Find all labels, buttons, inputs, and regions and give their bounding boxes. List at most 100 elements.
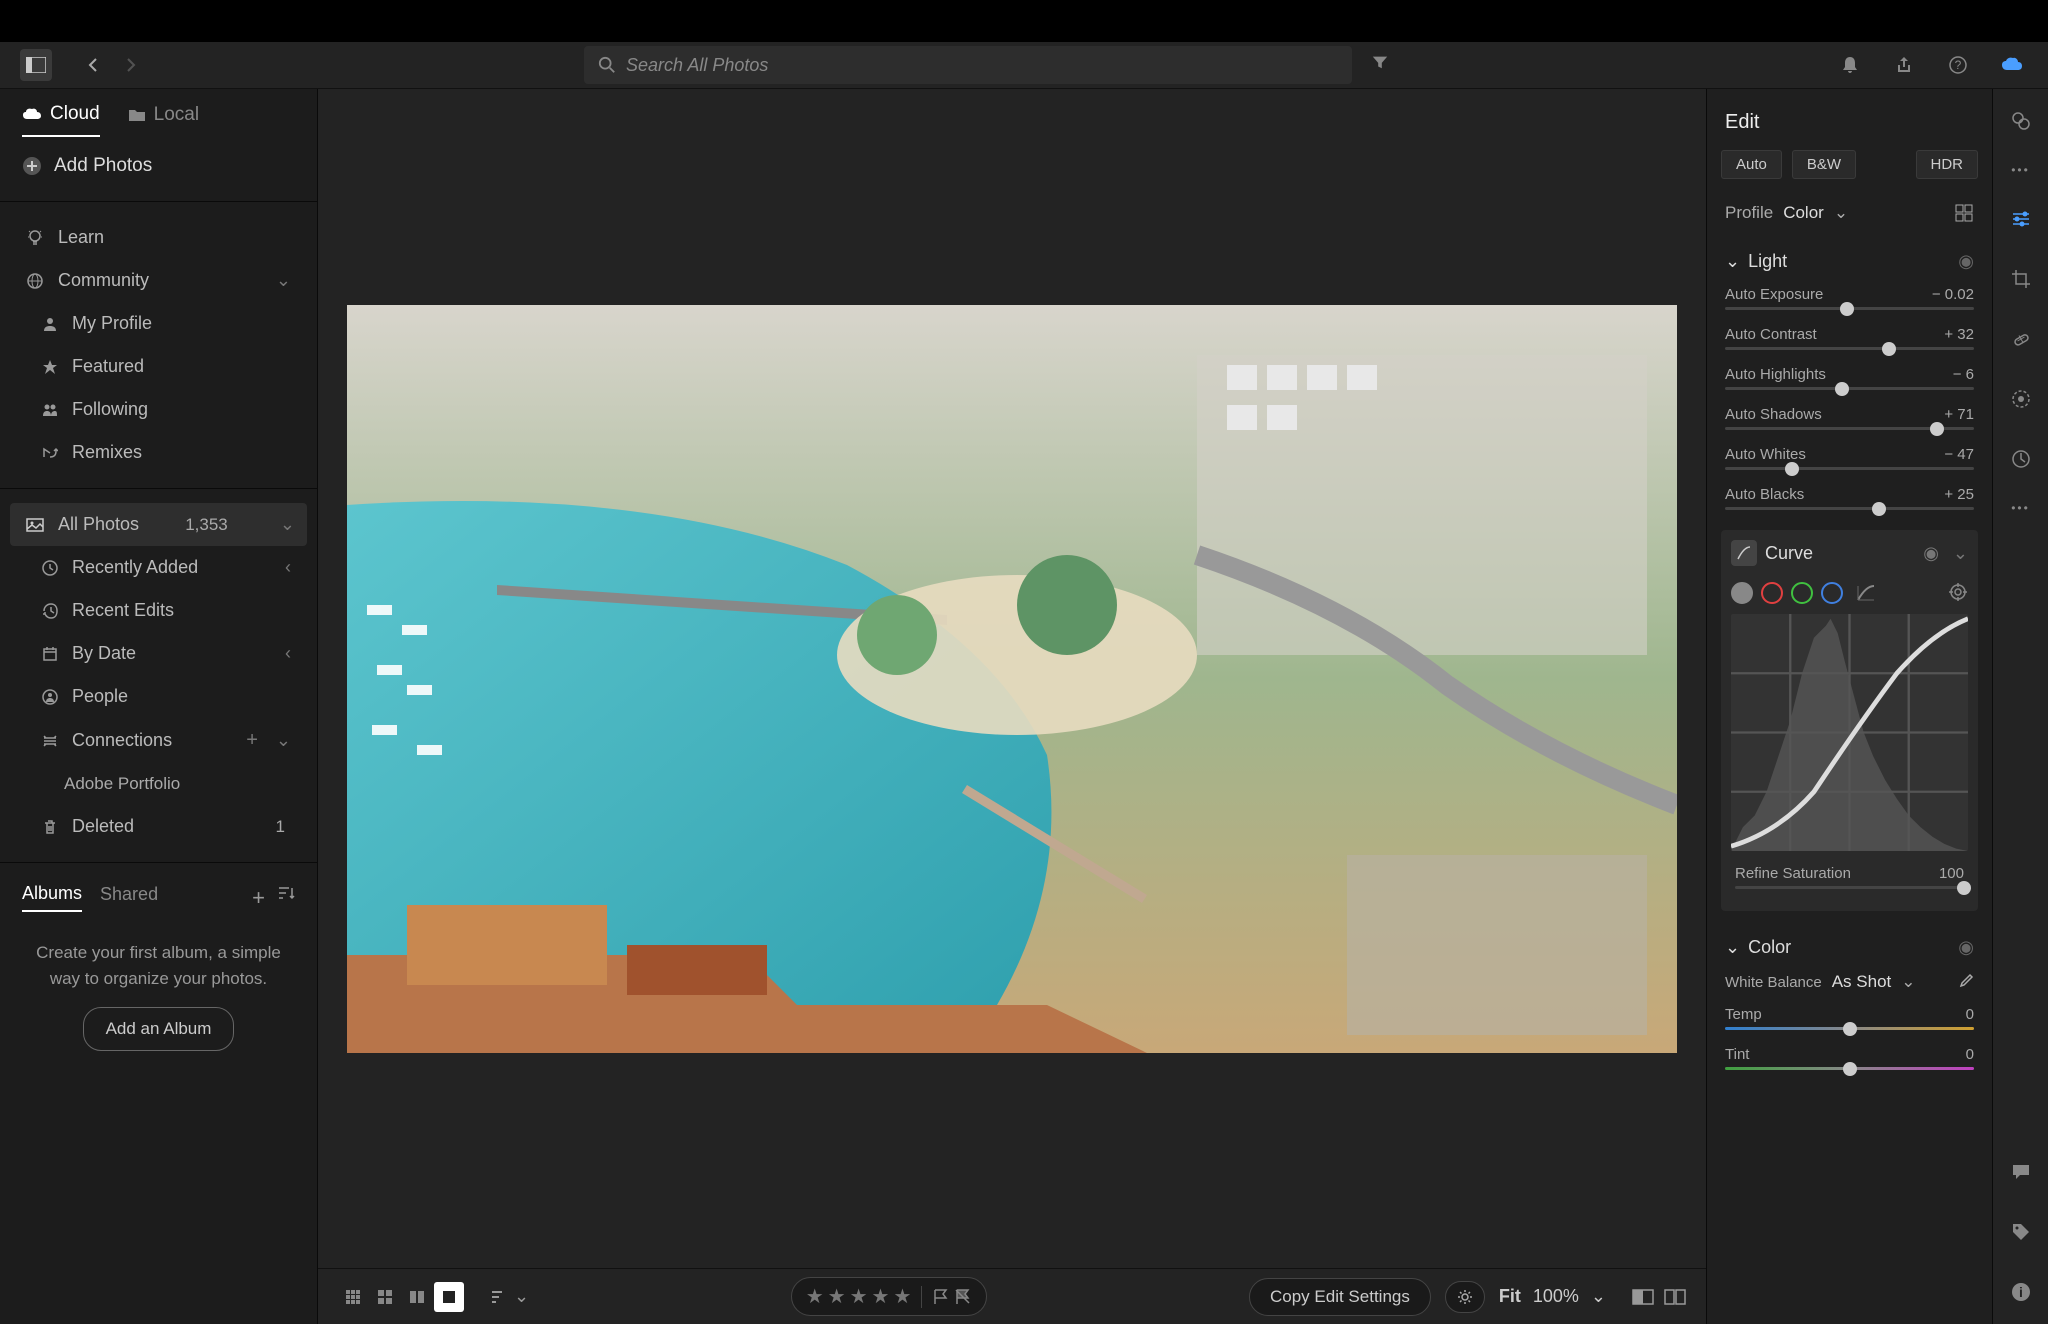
- slider-track[interactable]: [1725, 467, 1974, 470]
- profile-browser-button[interactable]: [1954, 203, 1974, 223]
- sidebar-item-deleted[interactable]: Deleted 1: [0, 805, 317, 848]
- add-album-button[interactable]: Add an Album: [83, 1007, 235, 1051]
- add-album-plus-button[interactable]: +: [252, 885, 265, 911]
- star-3[interactable]: ★: [850, 1284, 868, 1309]
- curve-channel-red[interactable]: [1761, 582, 1783, 604]
- white-balance-selector[interactable]: White Balance As Shot ⌄: [1721, 968, 1978, 1002]
- back-button[interactable]: [78, 49, 110, 81]
- curve-target-button[interactable]: [1948, 582, 1968, 604]
- versions-button[interactable]: [2003, 441, 2039, 477]
- info-button[interactable]: i: [2003, 1274, 2039, 1310]
- search-input[interactable]: [626, 55, 1338, 76]
- slider-track[interactable]: [1725, 427, 1974, 430]
- more-icon[interactable]: •••: [2011, 501, 2030, 515]
- sidebar-item-myprofile[interactable]: My Profile: [0, 302, 317, 345]
- slider-label: Auto Highlights: [1725, 366, 1826, 383]
- notifications-button[interactable]: [1834, 49, 1866, 81]
- forward-button[interactable]: [114, 49, 146, 81]
- auto-button[interactable]: Auto: [1721, 150, 1782, 179]
- sort-button[interactable]: ⌄: [490, 1286, 529, 1307]
- split-view-button[interactable]: [1664, 1288, 1686, 1306]
- photo-viewport[interactable]: [318, 89, 1706, 1268]
- sidebar-item-bydate[interactable]: By Date ‹: [0, 632, 317, 675]
- curve-channel-blue[interactable]: [1821, 582, 1843, 604]
- view-compare-button[interactable]: [402, 1282, 432, 1312]
- sidebar-item-recentlyadded[interactable]: Recently Added ‹: [0, 546, 317, 589]
- window-titlebar: [0, 0, 2048, 42]
- masking-button[interactable]: [2003, 381, 2039, 417]
- chevron-down-icon[interactable]: ⌄: [280, 514, 295, 535]
- sidebar-item-connections[interactable]: Connections + ⌄: [0, 718, 317, 763]
- section-light[interactable]: ⌄ Light ◉: [1721, 241, 1978, 282]
- panel-toggle-button[interactable]: [20, 49, 52, 81]
- sidebar-item-remixes[interactable]: Remixes: [0, 431, 317, 474]
- flag-pick-button[interactable]: [932, 1288, 950, 1306]
- filter-button[interactable]: [1364, 46, 1396, 78]
- sidebar-item-learn[interactable]: Learn: [0, 216, 317, 259]
- presets-button[interactable]: [2003, 103, 2039, 139]
- zoom-control[interactable]: Fit 100% ⌄: [1499, 1286, 1606, 1307]
- sidebar-item-allphotos[interactable]: All Photos 1,353 ⌄: [10, 503, 307, 546]
- bw-button[interactable]: B&W: [1792, 150, 1856, 179]
- slider-track[interactable]: [1725, 347, 1974, 350]
- white-balance-label: White Balance: [1725, 974, 1822, 991]
- star-4[interactable]: ★: [872, 1284, 890, 1309]
- eyedropper-button[interactable]: [1956, 973, 1974, 991]
- curve-editor[interactable]: [1731, 614, 1968, 851]
- before-after-button[interactable]: [1632, 1288, 1654, 1306]
- healing-button[interactable]: [2003, 321, 2039, 357]
- tab-local[interactable]: Local: [128, 103, 199, 137]
- view-single-button[interactable]: [434, 1282, 464, 1312]
- share-button[interactable]: [1888, 49, 1920, 81]
- slider-track[interactable]: [1725, 387, 1974, 390]
- settings-gear-button[interactable]: [1445, 1281, 1485, 1313]
- comments-button[interactable]: [2003, 1154, 2039, 1190]
- tint-slider[interactable]: [1725, 1067, 1974, 1070]
- curve-parametric-icon[interactable]: [1855, 582, 1877, 604]
- curve-channel-green[interactable]: [1791, 582, 1813, 604]
- view-smallgrid-button[interactable]: [338, 1282, 368, 1312]
- tab-cloud[interactable]: Cloud: [22, 103, 100, 137]
- eye-icon[interactable]: ◉: [1958, 251, 1974, 272]
- view-grid-button[interactable]: [370, 1282, 400, 1312]
- keywords-button[interactable]: [2003, 1214, 2039, 1250]
- cloud-sync-button[interactable]: [1996, 49, 2028, 81]
- eye-icon[interactable]: ◉: [1958, 937, 1974, 958]
- tab-albums[interactable]: Albums: [22, 883, 82, 912]
- sidebar-item-following[interactable]: Following: [0, 388, 317, 431]
- sidebar-item-recentedits[interactable]: Recent Edits: [0, 589, 317, 632]
- profile-selector[interactable]: Profile Color ⌄: [1721, 195, 1978, 241]
- edit-sliders-button[interactable]: [2003, 201, 2039, 237]
- section-color[interactable]: ⌄ Color ◉: [1721, 927, 1978, 968]
- chevron-down-icon[interactable]: ⌄: [276, 730, 291, 751]
- flag-reject-button[interactable]: [954, 1288, 972, 1306]
- sidebar-item-adobeportfolio[interactable]: Adobe Portfolio: [0, 763, 317, 805]
- sidebar-item-people[interactable]: People: [0, 675, 317, 718]
- star-5[interactable]: ★: [893, 1284, 911, 1309]
- slider-track[interactable]: [1725, 507, 1974, 510]
- sidebar-myprofile-label: My Profile: [72, 313, 152, 334]
- star-2[interactable]: ★: [828, 1284, 846, 1309]
- search-box[interactable]: [584, 46, 1352, 84]
- star-1[interactable]: ★: [806, 1284, 824, 1309]
- eye-icon[interactable]: ◉: [1923, 543, 1939, 564]
- temp-slider[interactable]: [1725, 1027, 1974, 1030]
- more-icon[interactable]: •••: [2011, 163, 2030, 177]
- sidebar-item-community[interactable]: Community ⌄: [0, 259, 317, 302]
- crop-button[interactable]: [2003, 261, 2039, 297]
- curve-channel-luma[interactable]: [1731, 582, 1753, 604]
- sidebar-community-label: Community: [58, 270, 149, 291]
- copy-edit-settings-button[interactable]: Copy Edit Settings: [1249, 1278, 1431, 1316]
- slider-track[interactable]: [1725, 307, 1974, 310]
- refine-saturation-slider[interactable]: [1735, 886, 1964, 889]
- help-button[interactable]: ?: [1942, 49, 1974, 81]
- chevron-down-icon[interactable]: ⌄: [1953, 543, 1968, 564]
- hdr-button[interactable]: HDR: [1916, 150, 1979, 179]
- sort-albums-button[interactable]: [277, 885, 295, 911]
- slider-auto-blacks: Auto Blacks+ 25: [1721, 482, 1978, 522]
- sidebar-item-featured[interactable]: Featured: [0, 345, 317, 388]
- add-photos-button[interactable]: Add Photos: [0, 137, 317, 195]
- plus-icon[interactable]: +: [246, 729, 258, 752]
- tab-shared[interactable]: Shared: [100, 884, 158, 911]
- curve-tool-icon[interactable]: [1731, 540, 1757, 566]
